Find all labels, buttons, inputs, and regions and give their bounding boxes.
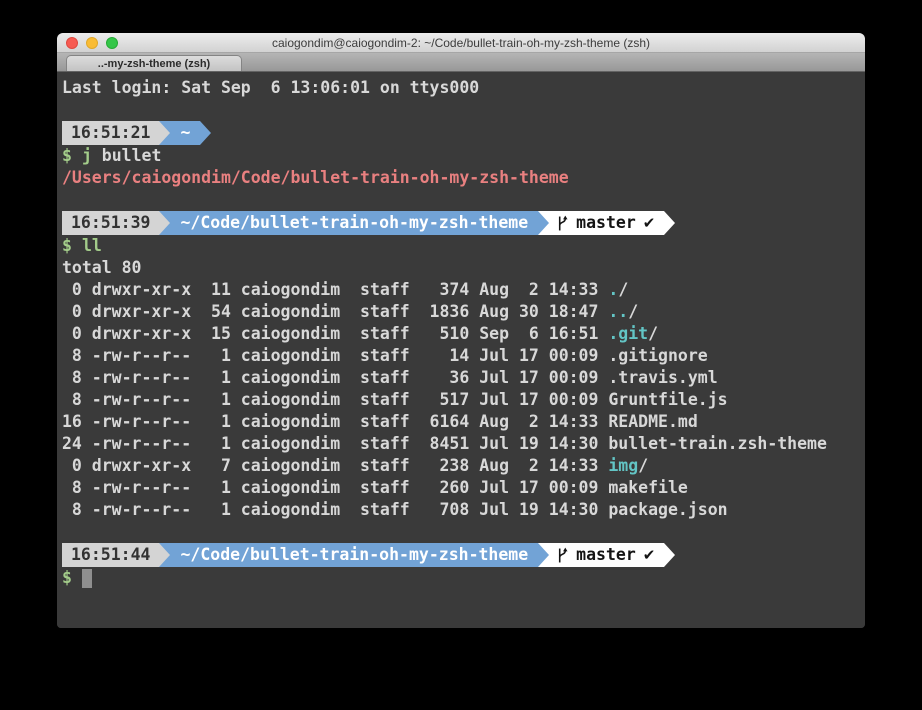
prompt-dir-segment: ~ [170, 121, 200, 145]
last-login-line: Last login: Sat Sep 6 13:06:01 on ttys00… [62, 77, 865, 99]
git-clean-check-icon: ✔ [643, 543, 656, 567]
powerline-arrow-icon [664, 211, 675, 235]
prompt-line-3: 16:51:44 ~/Code/bullet-train-oh-my-zsh-t… [62, 543, 865, 567]
tab-bar: ..-my-zsh-theme (zsh) [57, 53, 865, 72]
ls-row-meta: 16 -rw-r--r-- 1 caiogondim staff 6164 Au… [62, 412, 608, 431]
ls-row-suffix: / [618, 280, 628, 299]
ls-row-name: .gitignore [608, 346, 707, 365]
ls-row-suffix: / [638, 456, 648, 475]
ls-row-meta: 0 drwxr-xr-x 54 caiogondim staff 1836 Au… [62, 302, 608, 321]
powerline-arrow-icon [664, 543, 675, 567]
zoom-button[interactable] [106, 37, 118, 49]
ls-row: 16 -rw-r--r-- 1 caiogondim staff 6164 Au… [62, 411, 865, 433]
prompt-git-segment: master ✔ [549, 543, 664, 567]
command-line-1: $ j bullet [62, 145, 865, 167]
blank-line [62, 99, 865, 121]
ls-row-meta: 8 -rw-r--r-- 1 caiogondim staff 708 Jul … [62, 500, 608, 519]
ls-row-meta: 0 drwxr-xr-x 7 caiogondim staff 238 Aug … [62, 456, 608, 475]
prompt-time-segment: 16:51:44 [62, 543, 159, 567]
blank-line [62, 189, 865, 211]
git-branch-icon [556, 215, 569, 232]
prompt-git-segment: master ✔ [549, 211, 664, 235]
terminal-window: caiogondim@caiogondim-2: ~/Code/bullet-t… [57, 33, 865, 628]
ls-row-name: img [608, 456, 638, 475]
prompt-char: $ [62, 236, 72, 255]
close-button[interactable] [66, 37, 78, 49]
command-args: bullet [92, 146, 162, 165]
jump-output-line: /Users/caiogondim/Code/bullet-train-oh-m… [62, 167, 865, 189]
git-branch-icon [556, 547, 569, 564]
text-cursor [82, 569, 92, 588]
ls-row-name: . [608, 280, 618, 299]
blank-line [62, 521, 865, 543]
prompt-dir-segment: ~/Code/bullet-train-oh-my-zsh-theme [170, 211, 538, 235]
ls-row-name: README.md [608, 412, 697, 431]
ls-row-meta: 8 -rw-r--r-- 1 caiogondim staff 260 Jul … [62, 478, 608, 497]
prompt-char: $ [62, 146, 72, 165]
ls-total-line: total 80 [62, 257, 865, 279]
command-name: j [82, 146, 92, 165]
ls-row: 0 drwxr-xr-x 11 caiogondim staff 374 Aug… [62, 279, 865, 301]
prompt-line-2: 16:51:39 ~/Code/bullet-train-oh-my-zsh-t… [62, 211, 865, 235]
ls-row-meta: 0 drwxr-xr-x 15 caiogondim staff 510 Sep… [62, 324, 608, 343]
powerline-arrow-icon [538, 211, 549, 235]
git-branch-name: master [576, 211, 636, 235]
ls-row-name: makefile [608, 478, 687, 497]
titlebar[interactable]: caiogondim@caiogondim-2: ~/Code/bullet-t… [57, 33, 865, 53]
prompt-time-segment: 16:51:21 [62, 121, 159, 145]
git-branch-name: master [576, 543, 636, 567]
input-line[interactable]: $ [62, 567, 865, 589]
ls-row: 0 drwxr-xr-x 54 caiogondim staff 1836 Au… [62, 301, 865, 323]
ls-row-name: .travis.yml [608, 368, 717, 387]
powerline-arrow-icon [159, 211, 170, 235]
ls-row: 8 -rw-r--r-- 1 caiogondim staff 36 Jul 1… [62, 367, 865, 389]
minimize-button[interactable] [86, 37, 98, 49]
ls-row: 8 -rw-r--r-- 1 caiogondim staff 14 Jul 1… [62, 345, 865, 367]
ls-row-meta: 8 -rw-r--r-- 1 caiogondim staff 36 Jul 1… [62, 368, 608, 387]
ls-row: 8 -rw-r--r-- 1 caiogondim staff 708 Jul … [62, 499, 865, 521]
ls-row-meta: 0 drwxr-xr-x 11 caiogondim staff 374 Aug… [62, 280, 608, 299]
powerline-arrow-icon [200, 121, 211, 145]
terminal-content[interactable]: Last login: Sat Sep 6 13:06:01 on ttys00… [57, 72, 865, 628]
powerline-arrow-icon [159, 121, 170, 145]
tab-active[interactable]: ..-my-zsh-theme (zsh) [66, 55, 242, 71]
ls-row: 24 -rw-r--r-- 1 caiogondim staff 8451 Ju… [62, 433, 865, 455]
ls-row-suffix: / [628, 302, 638, 321]
ls-row-name: .git [608, 324, 648, 343]
prompt-line-1: 16:51:21 ~ [62, 121, 865, 145]
ls-row-meta: 8 -rw-r--r-- 1 caiogondim staff 517 Jul … [62, 390, 608, 409]
ls-row-name: bullet-train.zsh-theme [608, 434, 827, 453]
prompt-char: $ [62, 568, 72, 587]
ls-row-meta: 24 -rw-r--r-- 1 caiogondim staff 8451 Ju… [62, 434, 608, 453]
powerline-arrow-icon [538, 543, 549, 567]
ls-row-name: .. [608, 302, 628, 321]
prompt-time-segment: 16:51:39 [62, 211, 159, 235]
powerline-arrow-icon [159, 543, 170, 567]
ls-row: 0 drwxr-xr-x 7 caiogondim staff 238 Aug … [62, 455, 865, 477]
ls-row: 0 drwxr-xr-x 15 caiogondim staff 510 Sep… [62, 323, 865, 345]
ls-row-suffix: / [648, 324, 658, 343]
command-name: ll [82, 236, 102, 255]
prompt-dir-segment: ~/Code/bullet-train-oh-my-zsh-theme [170, 543, 538, 567]
ls-row-name: Gruntfile.js [608, 390, 727, 409]
ls-row: 8 -rw-r--r-- 1 caiogondim staff 517 Jul … [62, 389, 865, 411]
ls-row-name: package.json [608, 500, 727, 519]
window-title: caiogondim@caiogondim-2: ~/Code/bullet-t… [57, 33, 865, 53]
ls-row: 8 -rw-r--r-- 1 caiogondim staff 260 Jul … [62, 477, 865, 499]
ls-row-meta: 8 -rw-r--r-- 1 caiogondim staff 14 Jul 1… [62, 346, 608, 365]
tab-label: ..-my-zsh-theme (zsh) [98, 58, 210, 70]
git-clean-check-icon: ✔ [643, 211, 656, 235]
command-line-2: $ ll [62, 235, 865, 257]
traffic-lights [66, 37, 118, 49]
